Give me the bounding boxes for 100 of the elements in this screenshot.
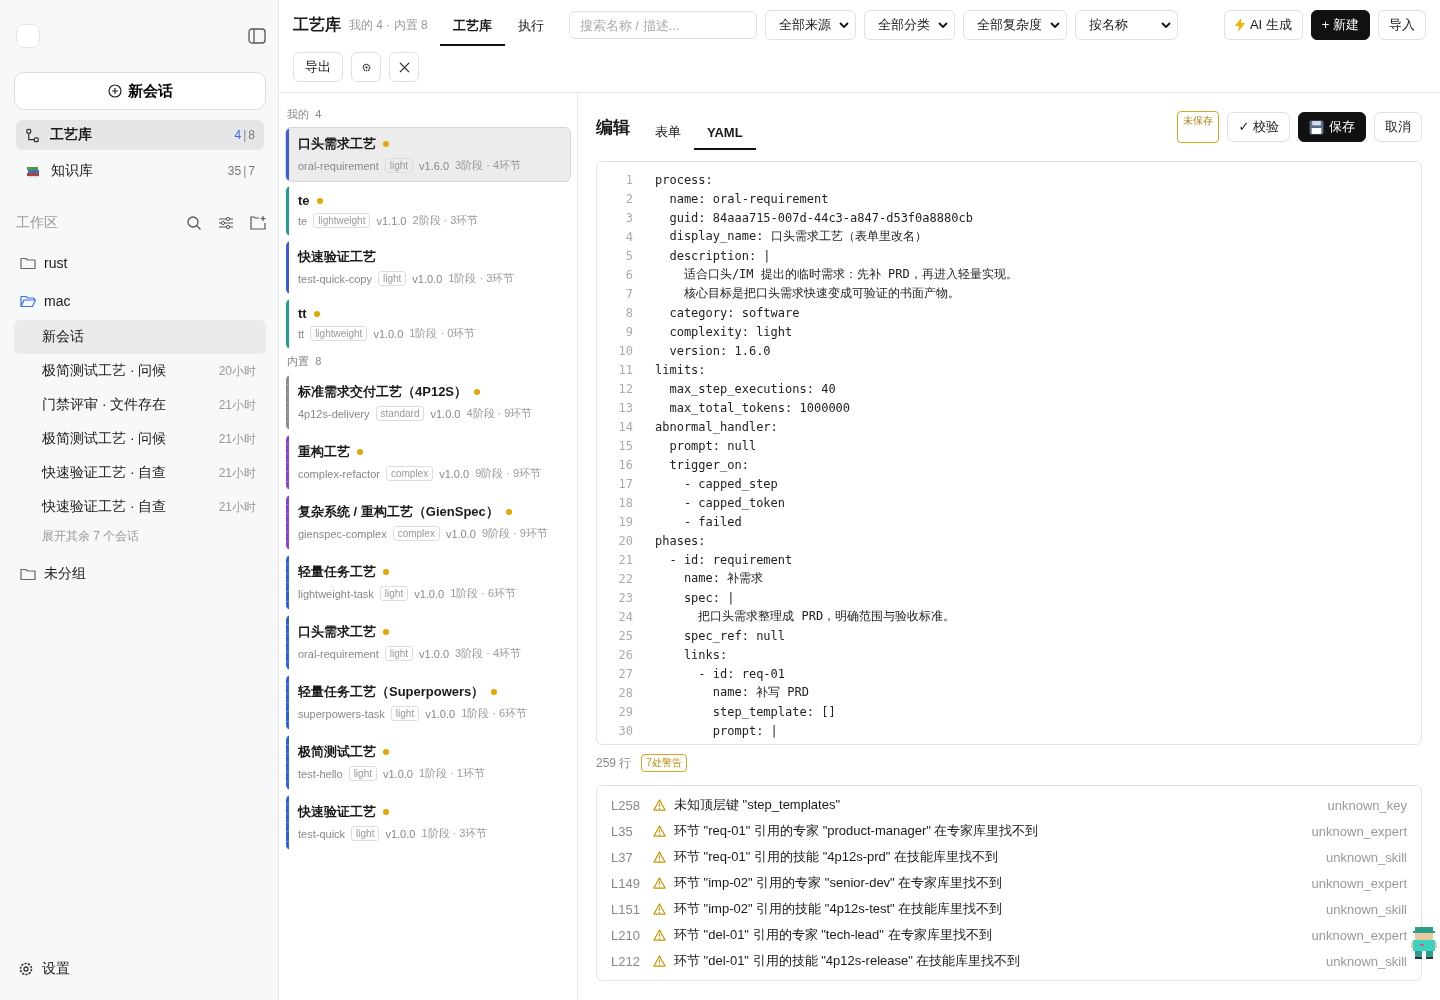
process-card[interactable]: te te lightweight v1.1.0 2阶段 · 3环节: [285, 185, 571, 237]
complexity-tag: lightweight: [310, 326, 368, 341]
close-button[interactable]: [389, 52, 419, 82]
process-card[interactable]: 轻量任务工艺 lightweight-task light v1.0.0 1阶段 · 6环节: [285, 554, 571, 611]
tab[interactable]: 执行: [504, 12, 557, 46]
cancel-button[interactable]: 取消: [1374, 112, 1422, 142]
session-item[interactable]: 极简测试工艺 · 问候 21小时: [14, 422, 266, 456]
warning-line[interactable]: L212: [611, 953, 653, 969]
process-card[interactable]: tt tt lightweight v1.0.0 1阶段 · 0环节: [285, 298, 571, 350]
line-number: 1: [624, 172, 633, 187]
tab[interactable]: 工艺库: [439, 12, 505, 46]
filter-dropdown[interactable]: 按名称: [1074, 10, 1178, 40]
stats-text: 1阶段 · 6环节: [450, 586, 517, 601]
process-card[interactable]: 快速验证工艺 test-quick light v1.0.0 1阶段 · 3环节: [285, 794, 571, 851]
search-icon[interactable]: [186, 215, 202, 231]
settings-item[interactable]: 设置: [14, 938, 266, 1000]
plus-circle-icon: [107, 84, 122, 98]
process-slug: complex-refactor: [298, 467, 380, 480]
process-card[interactable]: 重构工艺 complex-refactor complex v1.0.0 9阶段 · 9环节: [285, 434, 571, 491]
session-time: 20小时: [218, 362, 256, 380]
folder-icon: [20, 256, 36, 270]
code-line: - failed: [682, 514, 742, 529]
code-line: - id: req-01: [697, 666, 786, 681]
process-card[interactable]: 标准需求交付工艺（4P12S） 4p12s-delivery standard v1.0.0 4阶段 · 9环节: [285, 374, 571, 431]
process-slug: tt: [298, 327, 305, 340]
process-card[interactable]: 快速验证工艺 test-quick-copy light v1.0.0 1阶段 · 3环节: [285, 240, 571, 295]
save-button[interactable]: 保存: [1298, 112, 1366, 142]
line-count: 259 行: [596, 754, 632, 772]
nav-label: 知识库: [51, 162, 94, 180]
process-name: 轻量任务工艺: [298, 563, 376, 581]
import-button[interactable]: 导入: [1378, 10, 1426, 40]
code-editor[interactable]: [596, 161, 1422, 745]
chevron-icon: [838, 22, 849, 28]
code-line: phases:: [655, 533, 706, 548]
session-title: 快速验证工艺 · 自查: [42, 464, 168, 482]
code-line: 适合口头/IM 提出的临时需求：先补 PRD，再进入轻量实现。: [682, 266, 1018, 283]
warning-message: 环节 "req-01" 引用的技能 "4p12s-prd" 在技能库里找不到: [674, 848, 1000, 866]
session-item[interactable]: 门禁评审 · 文件存在 21小时: [14, 388, 266, 422]
session-item[interactable]: 极简测试工艺 · 问候 20小时: [14, 354, 266, 388]
code-line: step_template: []: [711, 704, 836, 719]
nav-item[interactable]: 知识库 35 | 7: [16, 156, 264, 186]
complexity-tag: light: [390, 706, 420, 721]
process-card[interactable]: 轻量任务工艺（Superpowers） superpowers-task light v1.0.0 1阶段 · 6环节: [285, 674, 571, 731]
process-name: 口头需求工艺: [298, 135, 376, 153]
stats-text: 4阶段 · 9环节: [466, 406, 533, 421]
filter-dropdown[interactable]: 全部来源: [764, 10, 856, 40]
new-chat-button[interactable]: 新会话: [14, 72, 266, 110]
folder-item[interactable]: rust: [14, 244, 266, 282]
nav-item[interactable]: 工艺库 4 | 8: [16, 120, 264, 150]
code-line: links:: [682, 647, 728, 662]
process-card[interactable]: 复杂系统 / 重构工艺（GienSpec） gienspec-complex complex v1.0.0 9阶段 · 9环节: [285, 494, 571, 551]
warning-line[interactable]: L151: [611, 901, 653, 917]
process-name: te: [298, 193, 310, 208]
export-button[interactable]: 导出: [293, 52, 343, 82]
warning-line[interactable]: L149: [611, 875, 653, 891]
code-line: 核心目标是把口头需求快速变成可验证的书面产物。: [682, 285, 960, 302]
nav-label: 工艺库: [50, 126, 93, 144]
ai-generate-button[interactable]: AI 生成: [1223, 10, 1303, 40]
session-item[interactable]: 新会话: [14, 320, 266, 354]
warning-code: unknown_expert: [1311, 823, 1407, 839]
new-folder-icon[interactable]: [250, 215, 266, 231]
process-card[interactable]: 口头需求工艺 oral-requirement light v1.6.0 3阶段 · 4环节: [285, 127, 571, 182]
settings-button[interactable]: [351, 52, 381, 82]
line-number: 9: [624, 324, 633, 339]
version-text: v1.0.0: [439, 467, 470, 480]
line-number: 12: [617, 381, 633, 396]
warning-line[interactable]: L35: [611, 823, 653, 839]
process-card[interactable]: 口头需求工艺 oral-requirement light v1.0.0 3阶段 · 4环节: [285, 614, 571, 671]
sidebar-toggle-icon[interactable]: [248, 28, 266, 44]
nav-count: 4 | 8: [234, 128, 255, 142]
process-slug: superpowers-task: [298, 707, 385, 720]
version-text: v1.6.0: [419, 159, 450, 172]
editor-tab[interactable]: YAML: [694, 114, 756, 150]
chevron-icon: [1160, 22, 1171, 28]
folder-item[interactable]: mac: [14, 282, 266, 320]
code-line: abnormal_handler:: [655, 419, 778, 434]
sliders-icon[interactable]: [218, 215, 234, 231]
warning-message: 环节 "del-01" 引用的技能 "4p12s-release" 在技能库里找不到: [674, 952, 1022, 970]
session-item[interactable]: 快速验证工艺 · 自查 21小时: [14, 490, 266, 524]
warning-line[interactable]: L258: [611, 797, 653, 813]
session-item[interactable]: 快速验证工艺 · 自查 21小时: [14, 456, 266, 490]
process-slug: lightweight-task: [298, 587, 374, 600]
stats-text: 1阶段 · 6环节: [461, 706, 528, 721]
validate-button[interactable]: ✓ 校验: [1227, 112, 1290, 142]
search-field[interactable]: 搜索名称 / 描述...: [568, 11, 757, 39]
warning-line[interactable]: L37: [611, 849, 653, 865]
complexity-tag: complex: [392, 526, 440, 541]
line-number: 5: [624, 248, 633, 263]
warning-code: unknown_skill: [1326, 901, 1407, 917]
editor-tab[interactable]: 表单: [642, 113, 694, 151]
folder-icon: [20, 567, 36, 581]
warning-line[interactable]: L210: [611, 927, 653, 943]
new-button[interactable]: + 新建: [1310, 10, 1370, 40]
process-slug: oral-requirement: [298, 159, 379, 172]
process-card[interactable]: 极简测试工艺 test-hello light v1.0.0 1阶段 · 1环节: [285, 734, 571, 791]
filter-dropdown[interactable]: 全部分类: [863, 10, 955, 40]
process-name: 重构工艺: [298, 443, 350, 461]
line-number: 14: [617, 419, 633, 434]
folder-item[interactable]: 未分组: [14, 555, 266, 593]
filter-dropdown[interactable]: 全部复杂度: [962, 10, 1067, 40]
